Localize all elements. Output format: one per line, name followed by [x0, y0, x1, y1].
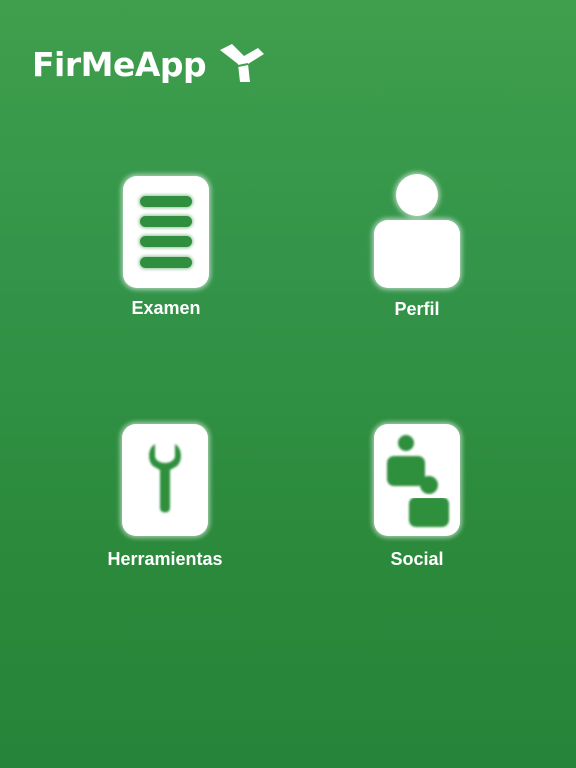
person-icon — [374, 174, 460, 291]
menu-item-label: Social — [390, 549, 444, 569]
menu-item-social[interactable]: Social — [317, 424, 517, 570]
menu-item-label: Perfil — [394, 299, 440, 319]
menu-item-label: Herramientas — [107, 549, 223, 569]
app-logo: FirMeApp — [32, 40, 266, 88]
app-logo-text: FirMeApp — [32, 44, 207, 84]
menu-item-herramientas[interactable]: Herramientas — [65, 424, 265, 570]
menu-item-perfil[interactable]: Perfil — [317, 174, 517, 320]
people-icon — [374, 424, 460, 536]
menu-item-label: Examen — [131, 298, 201, 318]
menu-item-examen[interactable]: Examen — [66, 176, 266, 319]
y-bird-logo-icon — [220, 44, 265, 82]
wrench-icon — [122, 424, 208, 536]
document-lines-icon — [123, 176, 209, 288]
